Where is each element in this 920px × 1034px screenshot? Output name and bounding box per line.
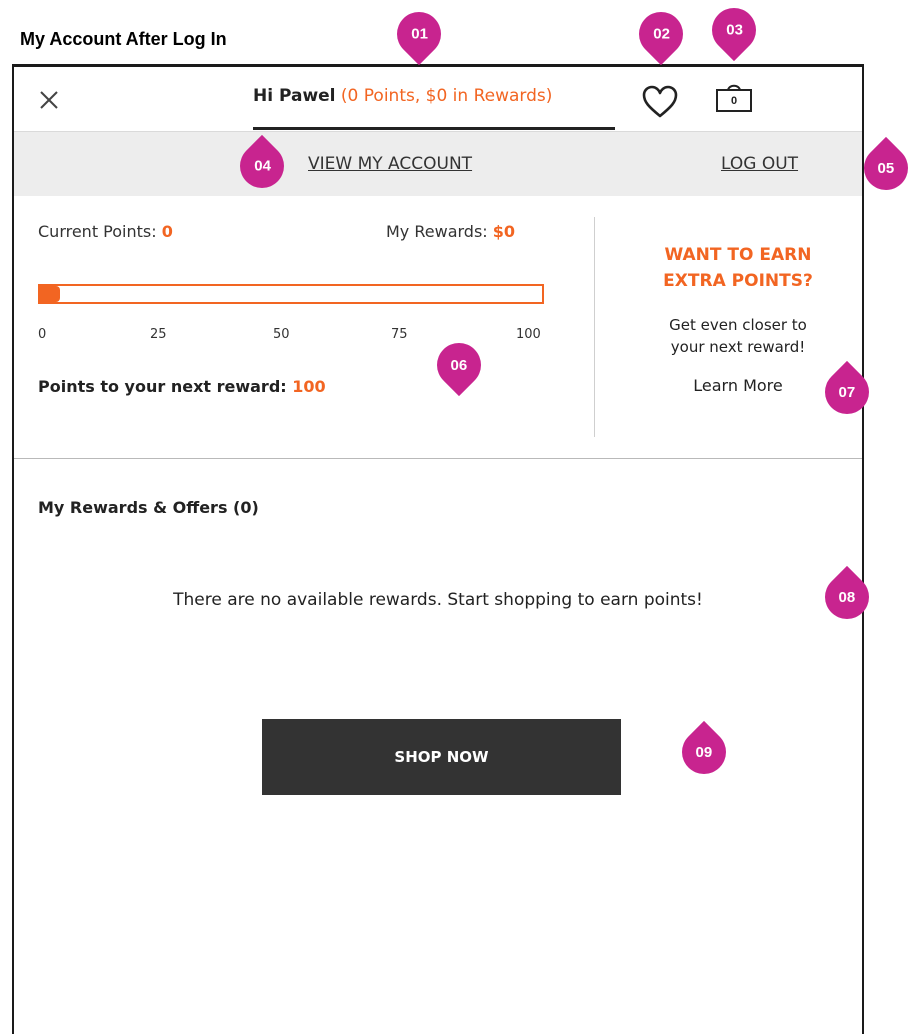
current-points-label: Current Points: <box>38 222 157 241</box>
annotation-marker-03: 03 <box>702 0 766 62</box>
view-my-account-link[interactable]: VIEW MY ACCOUNT <box>308 154 472 174</box>
close-icon[interactable] <box>38 89 60 111</box>
annotation-label-01: 01 <box>410 25 428 43</box>
points-progress-bar <box>38 284 544 304</box>
annotation-label-09: 09 <box>695 743 713 761</box>
bag-count: 0 <box>730 95 738 107</box>
promo-text-line-2: your next reward! <box>670 338 806 356</box>
points-to-next-reward: Points to your next reward: 100 <box>38 377 326 396</box>
annotation-label-05: 05 <box>877 159 895 177</box>
annotation-label-03: 03 <box>725 21 743 39</box>
points-panel: Current Points: 0 My Rewards: $0 0 25 50… <box>14 196 862 459</box>
next-reward-value: 100 <box>292 377 326 396</box>
progress-tick-50: 50 <box>273 327 290 342</box>
shopping-bag-icon[interactable]: 0 <box>714 79 754 113</box>
promo-title-line-2: EXTRA POINTS? <box>663 271 813 291</box>
rewards-offers-heading: My Rewards & Offers (0) <box>38 498 259 517</box>
promo-title-line-1: WANT TO EARN <box>664 245 812 265</box>
account-panel: Hi Pawel (0 Points, $0 in Rewards) 0 VIE… <box>12 64 864 1034</box>
current-points-value: 0 <box>161 222 173 241</box>
current-points: Current Points: 0 <box>38 222 173 241</box>
no-rewards-message: There are no available rewards. Start sh… <box>173 590 703 610</box>
progress-tick-75: 75 <box>391 327 408 342</box>
greeting-active-underline <box>253 127 615 130</box>
shop-now-button[interactable]: SHOP NOW <box>262 719 621 795</box>
points-progress-fill <box>40 286 61 302</box>
greeting-points-summary: (0 Points, $0 in Rewards) <box>340 86 553 106</box>
promo-text-line-1: Get even closer to <box>669 316 807 334</box>
progress-tick-25: 25 <box>150 327 167 342</box>
annotation-label-08: 08 <box>838 588 856 606</box>
my-rewards: My Rewards: $0 <box>386 222 515 241</box>
top-bar: Hi Pawel (0 Points, $0 in Rewards) 0 <box>14 67 862 132</box>
progress-tick-0: 0 <box>38 327 47 342</box>
heart-icon[interactable] <box>641 85 679 119</box>
annotation-label-04: 04 <box>253 157 271 175</box>
log-out-link[interactable]: LOG OUT <box>721 154 798 174</box>
promo-text: Get even closer to your next reward! <box>614 314 862 358</box>
annotation-label-07: 07 <box>838 383 856 401</box>
my-rewards-value: $0 <box>492 222 516 241</box>
next-reward-label: Points to your next reward: <box>38 377 287 396</box>
promo-title: WANT TO EARN EXTRA POINTS? <box>614 242 862 294</box>
page-title: My Account After Log In <box>20 29 227 49</box>
annotation-marker-05: 05 <box>854 136 918 200</box>
progress-tick-100: 100 <box>516 327 541 342</box>
account-bar: VIEW MY ACCOUNT LOG OUT <box>14 132 862 196</box>
panel-divider <box>594 217 595 437</box>
annotation-marker-01: 01 <box>387 2 451 66</box>
annotation-label-06: 06 <box>450 356 468 374</box>
annotation-marker-02: 02 <box>629 2 693 66</box>
greeting-name: Hi Pawel <box>253 86 336 106</box>
greeting[interactable]: Hi Pawel (0 Points, $0 in Rewards) <box>253 86 552 106</box>
annotation-label-02: 02 <box>652 25 670 43</box>
my-rewards-label: My Rewards: <box>386 222 488 241</box>
